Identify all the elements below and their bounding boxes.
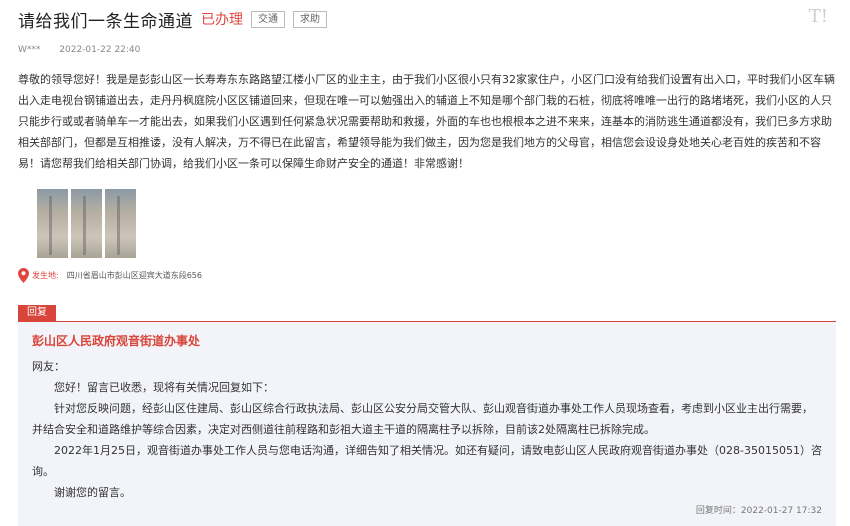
location: 发生地: 四川省眉山市彭山区迎宾大道东段656: [18, 268, 202, 283]
tag-traffic[interactable]: 交通: [251, 10, 285, 28]
title-row: 请给我们一条生命通道 已办理 交通 求助: [18, 6, 327, 32]
post-date: 2022-01-22 22:40: [59, 45, 141, 55]
reply-time-label: 回复时间：: [695, 506, 741, 516]
location-pin-icon: [18, 268, 29, 283]
page-title: 请给我们一条生命通道: [18, 11, 193, 32]
reply-time: 回复时间：2022-01-27 17:32: [696, 503, 822, 516]
reply-paragraph: 2022年1月25日，观音街道办事处工作人员与您电话沟通，详细告知了相关情况。如…: [32, 444, 822, 478]
reply-paragraph: 您好！留言已收悉，现将有关情况回复如下：: [54, 381, 274, 394]
attachment-thumbnails: [37, 189, 136, 258]
reply-body: 网友： 您好！留言已收悉，现将有关情况回复如下： 针对您反映问题，经彭山区住建局…: [32, 356, 822, 503]
reply-section: 彭山区人民政府观音街道办事处 网友： 您好！留言已收悉，现将有关情况回复如下： …: [18, 321, 836, 526]
reply-time-value: 2022-01-27 17:32: [740, 506, 822, 516]
reply-tab: 回复: [18, 305, 56, 321]
reply-paragraph: 谢谢您的留言。: [54, 486, 131, 499]
reply-salutation: 网友：: [32, 360, 65, 373]
attachment-image-3[interactable]: [105, 189, 136, 258]
author-name: W***: [18, 45, 41, 55]
text-size-icon[interactable]: T!: [809, 6, 828, 27]
tag-help[interactable]: 求助: [293, 10, 327, 28]
status-badge: 已办理: [201, 12, 243, 28]
post-meta: W*** 2022-01-22 22:40: [18, 45, 140, 55]
attachment-image-1[interactable]: [37, 189, 68, 258]
location-value: 四川省眉山市彭山区迎宾大道东段656: [66, 271, 202, 280]
attachment-image-2[interactable]: [71, 189, 102, 258]
reply-paragraph: 针对您反映问题，经彭山区住建局、彭山区综合行政执法局、彭山区公安分局交管大队、彭…: [32, 402, 813, 436]
message-body: 尊敬的领导您好！我是是彭彭山区一长寿寿东东路路望江楼小厂区的业主主，由于我们小区…: [18, 73, 835, 170]
reply-organization: 彭山区人民政府观音街道办事处: [32, 334, 201, 348]
location-label: 发生地:: [32, 271, 59, 280]
